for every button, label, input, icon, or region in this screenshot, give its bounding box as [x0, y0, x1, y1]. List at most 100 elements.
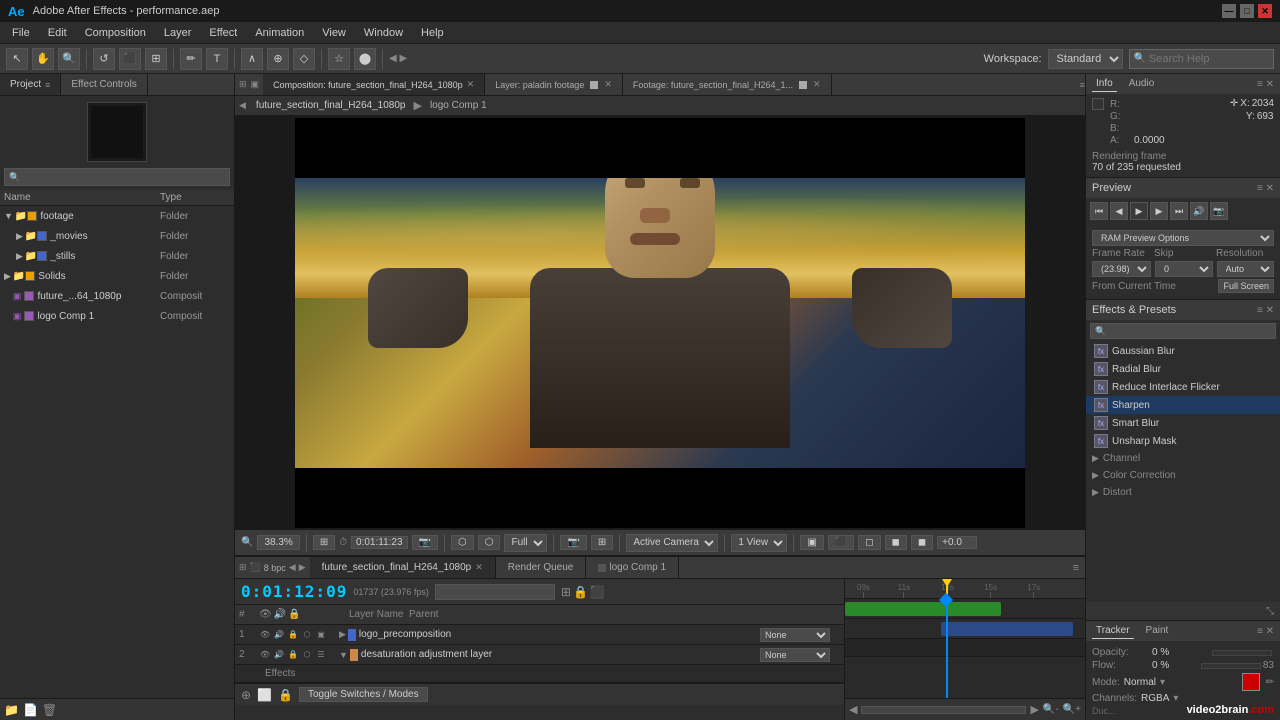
grid-tool[interactable]: ⊞ — [145, 48, 167, 70]
roto-tool[interactable]: ⬤ — [354, 48, 376, 70]
effect-reduce-interlace[interactable]: fx Reduce Interlace Flicker — [1086, 378, 1280, 396]
effect-sharpen[interactable]: fx Sharpen — [1086, 396, 1280, 414]
effects-menu[interactable]: ≡ ✕ — [1257, 305, 1274, 316]
tl-menu-icon[interactable]: ≡ — [1073, 562, 1085, 574]
category-channel[interactable]: ▶ Channel — [1086, 450, 1280, 467]
layer-2-adjust[interactable]: ☰ — [315, 649, 327, 661]
tl-nav-prev[interactable]: ◀ — [289, 562, 296, 573]
sub-tab-future[interactable]: future_section_final_H264_1080p — [250, 99, 412, 112]
tl-icon-b[interactable]: 🔒 — [573, 585, 588, 599]
tl-lock2[interactable]: 🔒 — [278, 688, 293, 702]
layer-2-parent[interactable]: None — [760, 648, 840, 662]
layer-2-audio[interactable]: 🔊 — [273, 649, 285, 661]
tl-tab-future-close[interactable]: ✕ — [475, 562, 483, 573]
rotate-tool[interactable]: ↺ — [93, 48, 115, 70]
search-help-box[interactable]: 🔍 — [1129, 49, 1274, 69]
track-row-1[interactable] — [845, 599, 1085, 619]
zoom-value[interactable]: 38.3% — [257, 535, 299, 550]
alpha-icon[interactable]: ⬡ — [451, 535, 474, 550]
preview-play[interactable]: ▶ — [1130, 202, 1148, 220]
new-item-icon[interactable]: 📄 — [23, 703, 38, 717]
clone-tool[interactable]: ⊕ — [267, 48, 289, 70]
effect-radial-blur[interactable]: fx Radial Blur — [1086, 360, 1280, 378]
color-channel[interactable]: ⬡ — [478, 535, 501, 550]
tl-icon-c[interactable]: ⬛ — [590, 585, 605, 599]
close-button[interactable]: ✕ — [1258, 4, 1272, 18]
tab-composition[interactable]: Composition: future_section_final_H264_1… — [263, 74, 485, 95]
layer-1-audio[interactable]: 🔊 — [273, 629, 285, 641]
view-icon-4[interactable]: ◼ — [885, 535, 907, 550]
track-row-2[interactable] — [845, 619, 1085, 639]
quality-select[interactable]: Full — [504, 534, 547, 552]
layer-1-shy[interactable]: ⬡ — [301, 629, 313, 641]
layer-2-parent-select[interactable]: None — [760, 648, 830, 662]
skip-select[interactable]: 0 — [1155, 261, 1213, 277]
menu-layer[interactable]: Layer — [156, 25, 200, 41]
preview-audio[interactable]: 🔊 — [1190, 202, 1208, 220]
tl-tab-logo[interactable]: logo Comp 1 — [586, 557, 679, 578]
orbit-tool[interactable]: ⬛ — [119, 48, 141, 70]
layer-1-collapse[interactable]: ▣ — [315, 629, 327, 641]
flow-bar[interactable] — [1201, 663, 1261, 669]
exposure-value[interactable]: +0.0 — [937, 536, 977, 549]
menu-animation[interactable]: Animation — [247, 25, 312, 41]
tree-arrow-movies[interactable]: ▶ — [16, 231, 23, 242]
tl-zoom-in[interactable]: 🔍+ — [1063, 704, 1081, 715]
layer-2-expand[interactable]: ▼ — [339, 650, 348, 660]
comp-canvas[interactable] — [235, 116, 1085, 529]
timecode-display[interactable]: 0:01:11:23 — [351, 536, 408, 549]
snapshot-btn[interactable]: 📷 — [560, 535, 586, 550]
tl-nav-next[interactable]: ▶ — [299, 562, 306, 573]
brush-tool[interactable]: ∧ — [241, 48, 263, 70]
layer-row-1[interactable]: 1 👁 🔊 🔒 ⬡ ▣ ▶ logo_precomposition — [235, 625, 844, 645]
view-select[interactable]: 1 View — [731, 534, 787, 552]
search-help-input[interactable] — [1149, 53, 1269, 65]
view-icon-1[interactable]: ▣ — [800, 535, 823, 550]
menu-composition[interactable]: Composition — [77, 25, 154, 41]
category-distort[interactable]: ▶ Distort — [1086, 484, 1280, 501]
tree-item-footage[interactable]: ▼ 📁 footage Folder — [0, 206, 234, 226]
camera-select[interactable]: Active Camera — [626, 534, 718, 552]
menu-edit[interactable]: Edit — [40, 25, 75, 41]
color-adjust-icon[interactable]: ✏ — [1266, 677, 1274, 688]
tab-project[interactable]: Project ≡ — [0, 74, 61, 95]
tree-arrow-stills[interactable]: ▶ — [16, 251, 23, 262]
tl-scroll-right[interactable]: ▶ — [1030, 703, 1038, 716]
project-search[interactable]: 🔍 — [4, 168, 230, 186]
layer-2-eye[interactable]: 👁 — [259, 649, 271, 661]
tab-effect-controls[interactable]: Effect Controls — [61, 74, 147, 95]
ram-preview-select[interactable]: RAM Preview Options — [1092, 230, 1274, 246]
zoom-tool[interactable]: 🔍 — [58, 48, 80, 70]
fit-icon[interactable]: ⊞ — [313, 535, 335, 550]
project-search-input[interactable] — [20, 172, 225, 183]
selection-tool[interactable]: ↖ — [6, 48, 28, 70]
framerate-select[interactable]: (23.98) — [1092, 261, 1151, 277]
eraser-tool[interactable]: ◇ — [293, 48, 315, 70]
layer-tab-close[interactable]: ✕ — [604, 79, 612, 90]
tab-audio[interactable]: Audio — [1125, 76, 1159, 92]
layer-1-parent-select[interactable]: None — [760, 628, 830, 642]
timeline-tracks[interactable] — [845, 599, 1085, 698]
puppet-tool[interactable]: ☆ — [328, 48, 350, 70]
tl-solo[interactable]: ⬜ — [257, 688, 272, 702]
tab-tracker[interactable]: Tracker — [1092, 623, 1134, 639]
preview-first[interactable]: ⏮ — [1090, 202, 1108, 220]
menu-window[interactable]: Window — [356, 25, 411, 41]
tree-item-logo-comp[interactable]: ▶ ▣ logo Comp 1 Composit — [0, 306, 234, 326]
layer-2-lock[interactable]: 🔒 — [287, 649, 299, 661]
color-swatch[interactable] — [1242, 673, 1260, 691]
maximize-button[interactable]: □ — [1240, 4, 1254, 18]
tab-footage[interactable]: Footage: future_section_final_H264_1... … — [623, 74, 832, 95]
layer-1-parent[interactable]: None — [760, 628, 840, 642]
menu-effect[interactable]: Effect — [201, 25, 245, 41]
tree-item-solids[interactable]: ▶ 📁 Solids Folder — [0, 266, 234, 286]
workspace-select[interactable]: Standard — [1048, 49, 1123, 69]
delete-icon[interactable]: 🗑 — [42, 703, 57, 717]
title-bar-controls[interactable]: — □ ✕ — [1222, 4, 1272, 18]
tl-new-layer[interactable]: ⊕ — [241, 688, 251, 702]
tl-tab-future[interactable]: future_section_final_H264_1080p ✕ — [310, 557, 496, 578]
pen-tool[interactable]: ✏ — [180, 48, 202, 70]
preview-next-frame[interactable]: ▶ — [1150, 202, 1168, 220]
tree-arrow-footage[interactable]: ▼ — [4, 211, 13, 221]
back-icon[interactable]: ◀ — [239, 100, 246, 111]
